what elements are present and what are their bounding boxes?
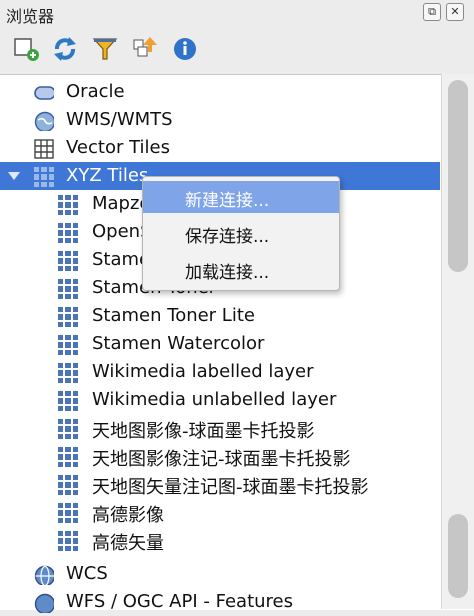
globe-icon [34,565,54,585]
tree-item-label: Vector Tiles [66,137,170,158]
tree-item-xyz-child[interactable]: 天地图矢量注记图-球面墨卡托投影 [0,470,440,498]
vector-tiles-icon [34,139,54,159]
collapse-all-button[interactable] [130,34,160,64]
oracle-icon [34,86,54,100]
tree-item-xyz-child[interactable]: Stamen Toner Lite [0,302,440,330]
menu-item-load-connections[interactable]: 加载连接... [143,253,339,285]
tree-item-xyz-child[interactable]: Wikimedia unlabelled layer [0,386,440,414]
scrollbar-thumb-lower[interactable] [448,514,468,598]
xyz-tile-icon [58,475,78,495]
xyz-tiles-icon [34,167,54,187]
tree-item-wcs[interactable]: WCS [0,560,440,588]
panel-title: 浏览器 [6,7,55,26]
panel-titlebar: 浏览器 ⧉ ✕ [0,0,474,26]
xyz-tile-icon [58,447,78,467]
collapse-all-icon [133,37,157,57]
close-icon: ✕ [450,5,460,18]
menu-item-label: 保存连接... [185,227,270,247]
tree-item-vector-tiles[interactable]: Vector Tiles [0,134,440,162]
xyz-tile-icon [58,335,78,355]
tree-item-xyz-child[interactable]: Stamen Watercolor [0,330,440,358]
context-menu: 新建连接... 保存连接... 加载连接... [142,176,340,291]
xyz-tile-icon [58,531,78,551]
tree-item-xyz-child[interactable]: 天地图影像-球面墨卡托投影 [0,414,440,442]
tree-item-label: WMS/WMTS [66,109,173,130]
tree-item-xyz-child[interactable]: 高德影像 [0,498,440,526]
xyz-tile-icon [58,419,78,439]
browser-tree[interactable]: Oracle WMS/WMTS Vector Tiles XYZ Tiles M… [0,74,474,613]
menu-item-save-connections[interactable]: 保存连接... [143,217,339,249]
tree-item-label: Oracle [66,81,125,102]
tree-scrollbar[interactable] [441,74,474,609]
refresh-button[interactable] [50,34,80,64]
xyz-tile-icon [58,195,78,215]
xyz-tile-icon [58,279,78,299]
scrollbar-thumb[interactable] [448,80,468,272]
xyz-tile-icon [58,503,78,523]
tree-item-label: 天地图影像注记-球面墨卡托投影 [92,449,351,470]
close-panel-button[interactable]: ✕ [446,3,464,21]
tree-item-label: 天地图矢量注记图-球面墨卡托投影 [92,477,369,498]
tree-item-xyz-child[interactable]: 高德矢量 [0,526,440,554]
tree-item-label: Wikimedia labelled layer [92,361,314,382]
tree-item-label: Stamen Watercolor [92,333,265,354]
expand-arrow-icon[interactable] [8,172,20,180]
tree-item-label: 天地图影像-球面墨卡托投影 [92,421,315,442]
xyz-tile-icon [58,251,78,271]
filter-icon [92,38,118,60]
xyz-tile-icon [58,223,78,243]
tree-item-label: XYZ Tiles [66,165,149,186]
xyz-tile-icon [58,363,78,383]
properties-info-icon [174,38,196,60]
float-icon: ⧉ [428,5,436,18]
add-layer-icon [14,38,39,61]
tree-item-label: 高德矢量 [92,533,164,554]
tree-item-wfs[interactable]: WFS / OGC API - Features [0,588,440,616]
tree-item-oracle[interactable]: Oracle [0,78,440,106]
menu-item-label: 加载连接... [185,263,270,283]
tree-item-label: 高德影像 [92,505,164,526]
xyz-tile-icon [58,391,78,411]
tree-item-xyz-child[interactable]: Wikimedia labelled layer [0,358,440,386]
xyz-tile-icon [58,307,78,327]
properties-button[interactable] [170,34,200,64]
menu-item-label: 新建连接... [185,191,270,211]
tree-item-label: WCS [66,563,108,584]
tree-item-wms-wmts[interactable]: WMS/WMTS [0,106,440,134]
tree-item-label: Wikimedia unlabelled layer [92,389,337,410]
float-panel-button[interactable]: ⧉ [423,3,441,21]
menu-item-new-connection[interactable]: 新建连接... [143,181,339,213]
globe-icon [34,593,54,613]
globe-icon [34,111,54,131]
filter-button[interactable] [90,34,120,64]
tree-item-label: Stamen Toner Lite [92,305,255,326]
refresh-icon [54,37,76,61]
tree-item-xyz-child[interactable]: 天地图影像注记-球面墨卡托投影 [0,442,440,470]
browser-toolbar [0,30,474,70]
add-layer-button[interactable] [12,34,42,64]
